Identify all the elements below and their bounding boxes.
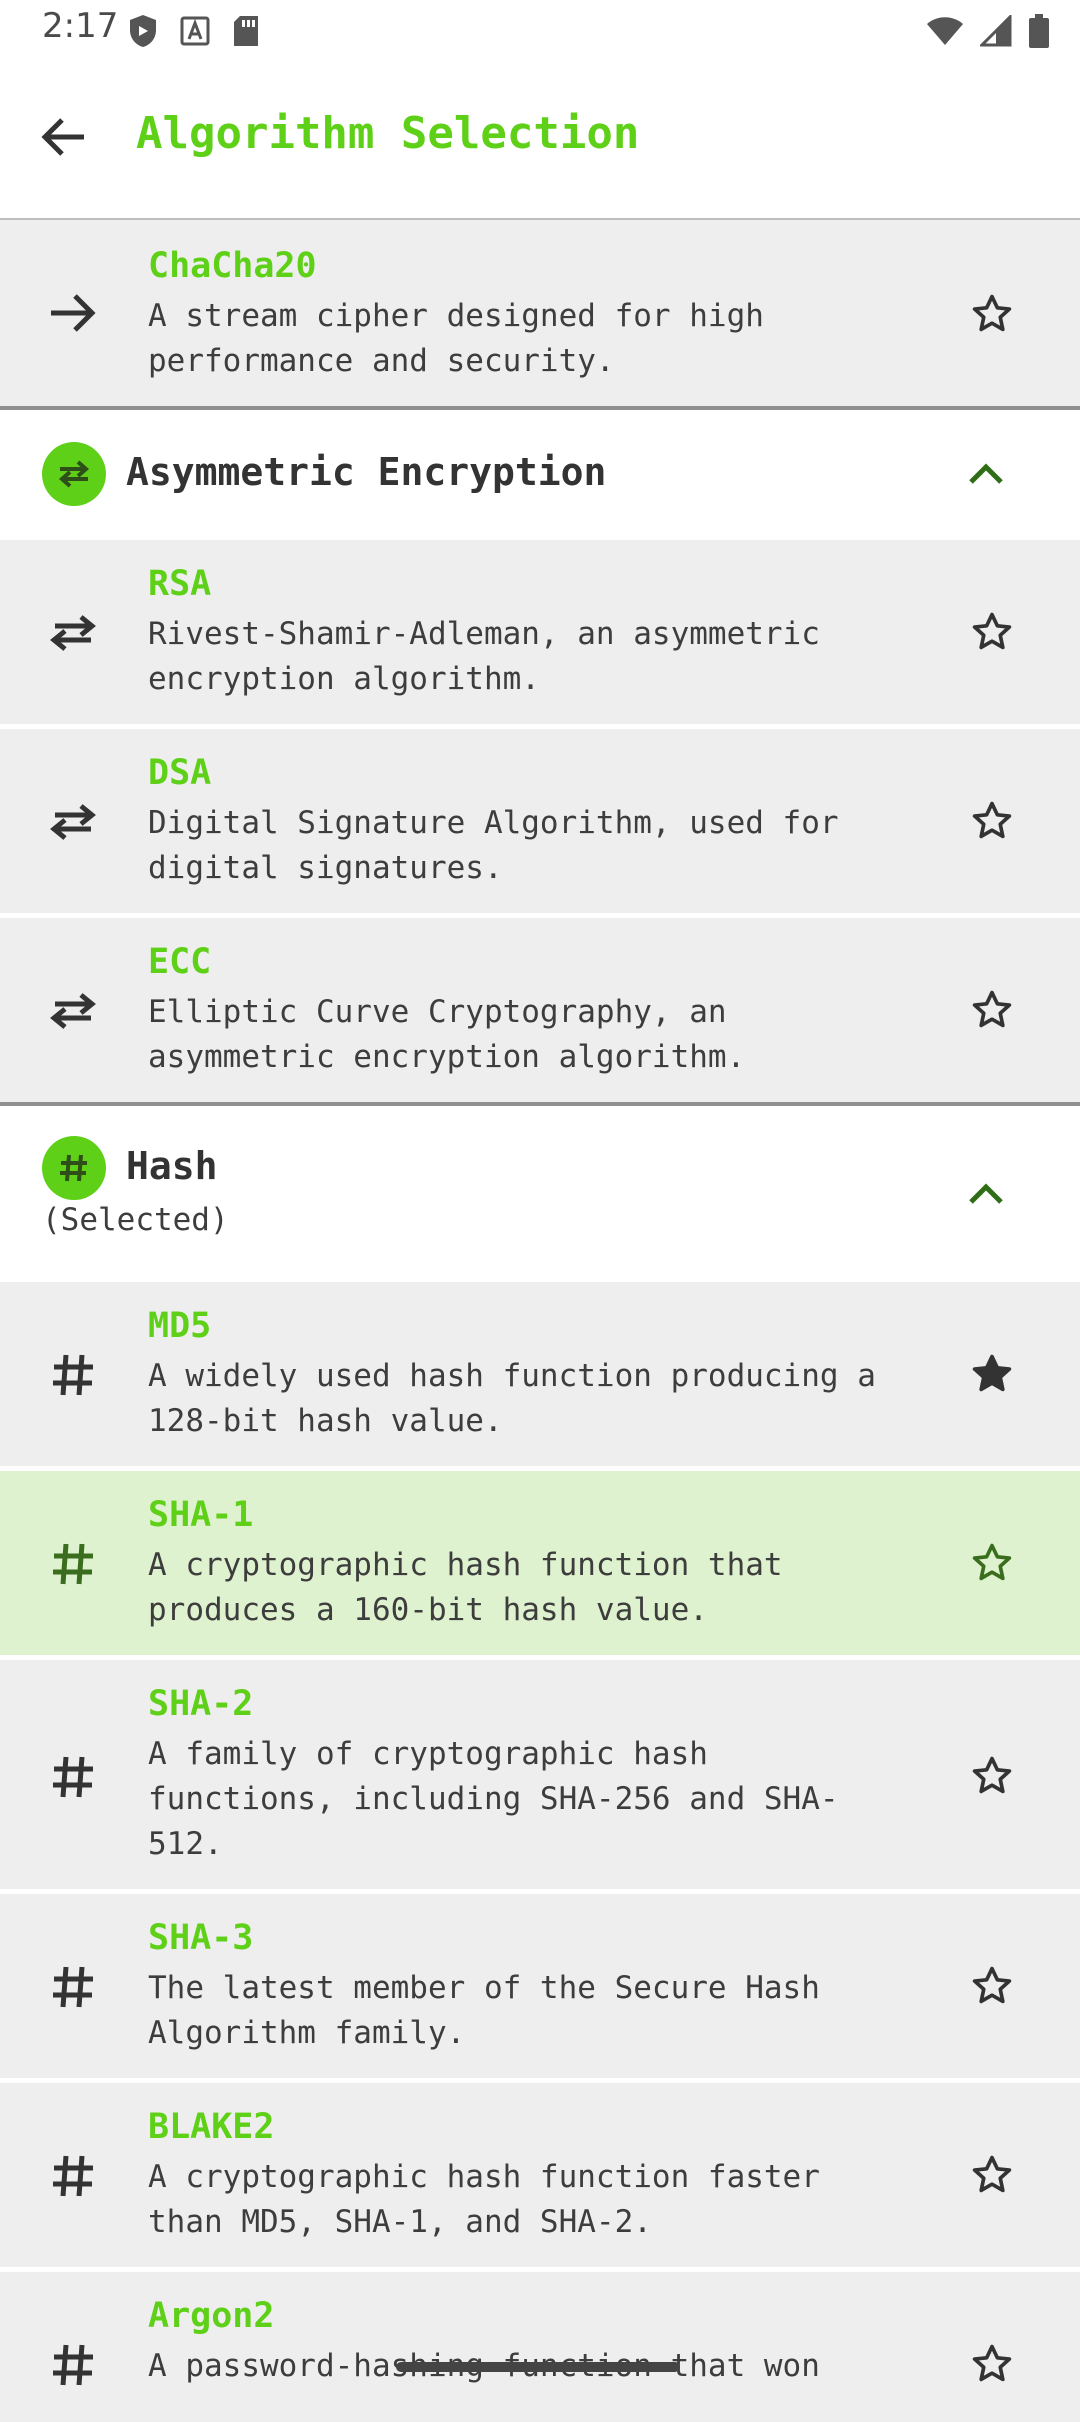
signal-icon bbox=[978, 13, 1012, 51]
hash-icon bbox=[44, 1958, 102, 2016]
favorite-button[interactable] bbox=[964, 982, 1020, 1038]
item-title: Argon2 bbox=[148, 2296, 275, 2336]
item-title: MD5 bbox=[148, 1306, 212, 1346]
list-item-ecc[interactable]: ECC Elliptic Curve Cryptography, an asym… bbox=[0, 918, 1080, 1106]
hash-icon bbox=[44, 1748, 102, 1806]
font-a-icon bbox=[180, 14, 210, 52]
list-item-sha3[interactable]: SHA-3 The latest member of the Secure Ha… bbox=[0, 1894, 1080, 2083]
chevron-up-icon[interactable] bbox=[966, 1174, 1006, 1214]
favorite-button[interactable] bbox=[964, 286, 1020, 342]
item-description: A family of cryptographic hash functions… bbox=[148, 1736, 839, 1862]
star-outline-icon bbox=[972, 990, 1012, 1028]
star-outline-icon bbox=[972, 612, 1012, 650]
wifi-icon bbox=[926, 16, 964, 50]
group-title: Hash bbox=[126, 1144, 218, 1188]
item-title: ECC bbox=[148, 942, 212, 982]
favorite-button[interactable] bbox=[964, 604, 1020, 660]
group-header-hash[interactable]: Hash (Selected) bbox=[0, 1106, 1080, 1282]
page-title: Algorithm Selection bbox=[136, 108, 640, 159]
list-item-dsa[interactable]: DSA Digital Signature Algorithm, used fo… bbox=[0, 729, 1080, 918]
group-title: Asymmetric Encryption bbox=[126, 450, 607, 494]
favorite-button[interactable] bbox=[964, 1346, 1020, 1402]
arrow-back-icon bbox=[41, 118, 84, 156]
hash-icon bbox=[44, 1346, 102, 1404]
algorithm-list: ChaCha20 A stream cipher designed for hi… bbox=[0, 220, 1080, 2422]
star-outline-icon bbox=[972, 1543, 1012, 1581]
hash-icon bbox=[44, 2147, 102, 2205]
star-outline-icon bbox=[972, 1966, 1012, 2004]
star-outline-icon bbox=[972, 801, 1012, 839]
item-description: A stream cipher designed for high perfor… bbox=[148, 298, 764, 379]
favorite-button[interactable] bbox=[964, 1748, 1020, 1804]
favorite-button[interactable] bbox=[964, 2147, 1020, 2203]
item-description: Digital Signature Algorithm, used for di… bbox=[148, 805, 839, 886]
back-button[interactable] bbox=[34, 108, 92, 166]
hash-icon bbox=[42, 1136, 106, 1200]
list-item-sha2[interactable]: SHA-2 A family of cryptographic hash fun… bbox=[0, 1660, 1080, 1894]
chevron-up-icon[interactable] bbox=[966, 454, 1006, 494]
swap-icon bbox=[44, 793, 102, 851]
status-time: 2:17 bbox=[42, 6, 119, 46]
favorite-button[interactable] bbox=[964, 793, 1020, 849]
hash-icon bbox=[44, 2336, 102, 2394]
item-title: RSA bbox=[148, 564, 212, 604]
item-description: A widely used hash function producing a … bbox=[148, 1358, 876, 1439]
list-item-sha1[interactable]: SHA-1 A cryptographic hash function that… bbox=[0, 1471, 1080, 1660]
list-item-chacha20[interactable]: ChaCha20 A stream cipher designed for hi… bbox=[0, 220, 1080, 410]
item-title: DSA bbox=[148, 753, 212, 793]
item-description: The latest member of the Secure Hash Alg… bbox=[148, 1970, 820, 2051]
home-indicator[interactable] bbox=[396, 2362, 680, 2372]
favorite-button[interactable] bbox=[964, 1958, 1020, 2014]
swap-icon bbox=[42, 442, 106, 506]
list-item-blake2[interactable]: BLAKE2 A cryptographic hash function fas… bbox=[0, 2083, 1080, 2272]
item-description: A cryptographic hash function that produ… bbox=[148, 1547, 783, 1628]
item-description: A cryptographic hash function faster tha… bbox=[148, 2159, 820, 2240]
group-selected-label: (Selected) bbox=[42, 1202, 229, 1238]
item-title: BLAKE2 bbox=[148, 2107, 275, 2147]
star-filled-icon bbox=[972, 1354, 1012, 1392]
favorite-button[interactable] bbox=[964, 2336, 1020, 2392]
status-bar: 2:17 bbox=[0, 0, 1080, 64]
app-bar: Algorithm Selection bbox=[0, 64, 1080, 220]
swap-icon bbox=[44, 982, 102, 1040]
star-outline-icon bbox=[972, 1756, 1012, 1794]
hash-icon bbox=[44, 1535, 102, 1593]
list-item-md5[interactable]: MD5 A widely used hash function producin… bbox=[0, 1282, 1080, 1471]
sd-card-icon bbox=[232, 14, 260, 52]
item-title: ChaCha20 bbox=[148, 246, 317, 286]
favorite-button[interactable] bbox=[964, 1535, 1020, 1591]
star-outline-icon bbox=[972, 294, 1012, 332]
shield-icon bbox=[128, 14, 158, 52]
battery-icon bbox=[1028, 14, 1050, 52]
item-title: SHA-3 bbox=[148, 1918, 254, 1958]
swap-icon bbox=[44, 604, 102, 662]
list-item-rsa[interactable]: RSA Rivest-Shamir-Adleman, an asymmetric… bbox=[0, 540, 1080, 729]
item-description: Rivest-Shamir-Adleman, an asymmetric enc… bbox=[148, 616, 820, 697]
item-description: Elliptic Curve Cryptography, an asymmetr… bbox=[148, 994, 746, 1075]
arrow-right-icon bbox=[44, 284, 102, 342]
item-title: SHA-2 bbox=[148, 1684, 254, 1724]
star-outline-icon bbox=[972, 2344, 1012, 2382]
star-outline-icon bbox=[972, 2155, 1012, 2193]
item-title: SHA-1 bbox=[148, 1495, 254, 1535]
group-header-asymmetric[interactable]: Asymmetric Encryption bbox=[0, 410, 1080, 540]
